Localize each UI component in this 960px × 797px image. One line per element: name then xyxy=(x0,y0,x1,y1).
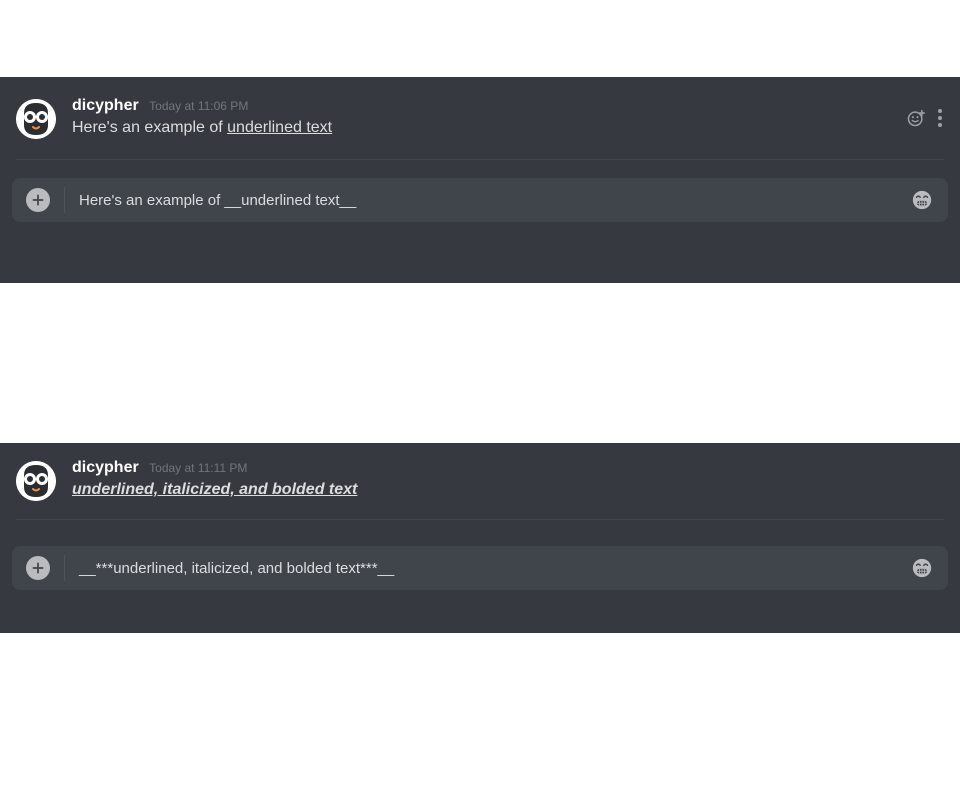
message: dicypher Today at 11:06 PM Here's an exa… xyxy=(0,77,960,159)
username[interactable]: dicypher xyxy=(72,459,139,476)
chat-panel-2: dicypher Today at 11:11 PM underlined, i… xyxy=(0,443,960,633)
message: dicypher Today at 11:11 PM underlined, i… xyxy=(0,443,960,519)
avatar-icon xyxy=(16,99,56,139)
add-reaction-button[interactable] xyxy=(906,108,926,128)
more-icon xyxy=(938,109,942,113)
grimace-icon xyxy=(911,189,933,211)
emoji-picker-button[interactable] xyxy=(910,188,934,212)
divider xyxy=(16,159,944,160)
attach-button[interactable] xyxy=(26,556,50,580)
input-divider xyxy=(64,555,65,581)
message-text-prefix: Here's an example of xyxy=(72,119,227,136)
username[interactable]: dicypher xyxy=(72,97,139,114)
message-text-styled: underlined, italicized, and bolded text xyxy=(72,481,357,498)
message-input[interactable]: Here's an example of __underlined text__ xyxy=(79,193,910,208)
more-actions-button[interactable] xyxy=(938,108,942,128)
emoji-picker-button[interactable] xyxy=(910,556,934,580)
chat-panel-1: dicypher Today at 11:06 PM Here's an exa… xyxy=(0,77,960,283)
avatar[interactable] xyxy=(16,461,56,501)
avatar-icon xyxy=(16,461,56,501)
message-header: dicypher Today at 11:06 PM xyxy=(72,97,944,115)
avatar[interactable] xyxy=(16,99,56,139)
plus-icon xyxy=(31,193,45,207)
message-header: dicypher Today at 11:11 PM xyxy=(72,459,944,477)
attach-button[interactable] xyxy=(26,188,50,212)
grimace-icon xyxy=(911,557,933,579)
add-reaction-icon xyxy=(906,108,926,128)
timestamp: Today at 11:06 PM xyxy=(149,99,248,113)
message-body: underlined, italicized, and bolded text xyxy=(72,479,944,501)
timestamp: Today at 11:11 PM xyxy=(149,461,247,475)
message-input[interactable]: __***underlined, italicized, and bolded … xyxy=(79,561,910,576)
plus-icon xyxy=(31,561,45,575)
message-content: dicypher Today at 11:06 PM Here's an exa… xyxy=(72,97,944,139)
message-text-underlined: underlined text xyxy=(227,119,332,136)
message-input-container: Here's an example of __underlined text__ xyxy=(12,178,948,222)
divider xyxy=(16,519,944,520)
message-content: dicypher Today at 11:11 PM underlined, i… xyxy=(72,459,944,501)
message-hover-actions xyxy=(906,108,942,128)
message-body: Here's an example of underlined text xyxy=(72,117,944,139)
input-divider xyxy=(64,187,65,213)
message-input-container: __***underlined, italicized, and bolded … xyxy=(12,546,948,590)
